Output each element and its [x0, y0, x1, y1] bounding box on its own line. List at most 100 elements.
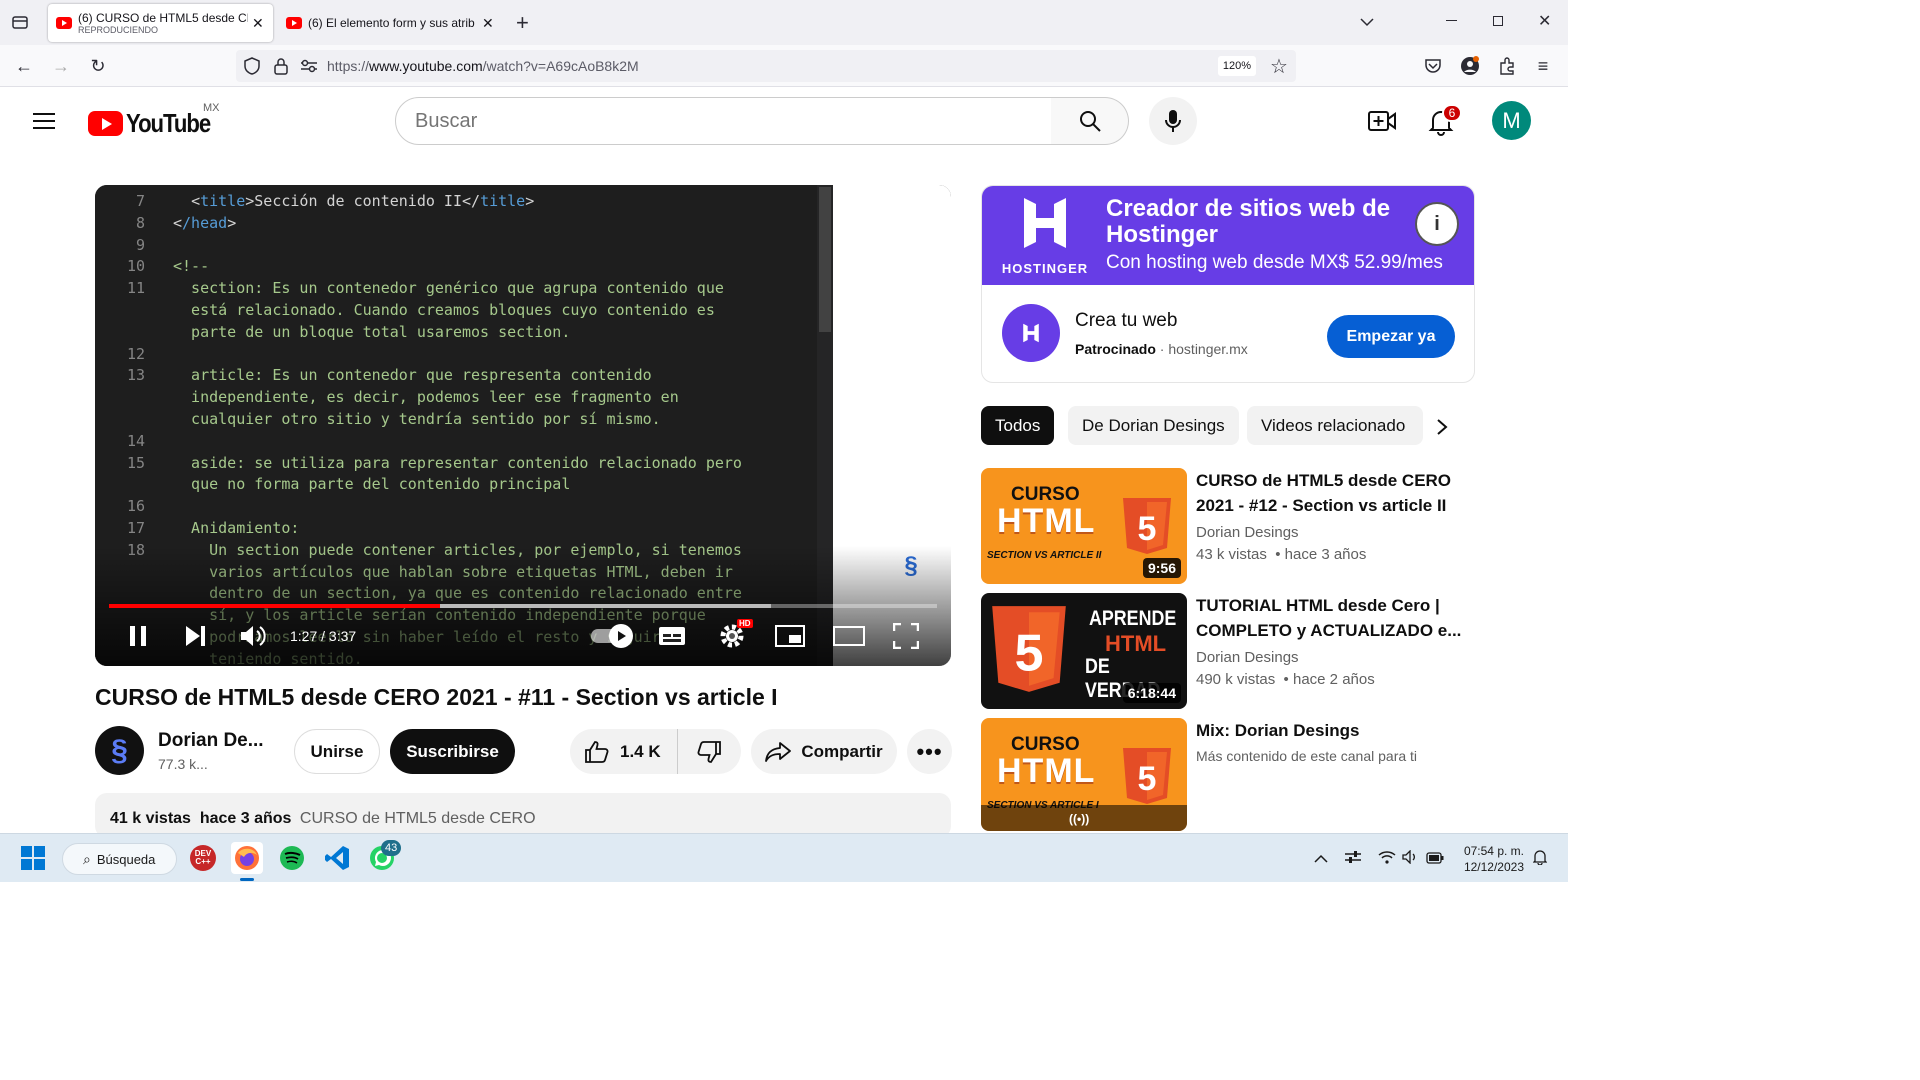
ad-banner[interactable]: HOSTINGER Creador de sitios web de Hosti…: [982, 186, 1474, 285]
windows-start-icon[interactable]: [17, 842, 49, 874]
ad-info-icon[interactable]: i: [1415, 202, 1459, 246]
vscode-app-icon[interactable]: [321, 842, 353, 874]
ad-cta-button[interactable]: Empezar ya: [1327, 315, 1455, 358]
more-actions-button[interactable]: •••: [907, 729, 952, 774]
devcpp-app-icon[interactable]: DEV C++: [187, 842, 219, 874]
url-text[interactable]: https://www.youtube.com/watch?v=A69cAoB8…: [327, 58, 639, 74]
chip-all[interactable]: Todos: [981, 406, 1055, 445]
code-line-number: 7: [135, 192, 145, 210]
video-player[interactable]: 7 <title>Sección de contenido II</title>…: [95, 185, 951, 666]
recommendation-title[interactable]: Mix: Dorian Desings: [1196, 718, 1466, 743]
subtitles-button[interactable]: [657, 621, 687, 651]
taskbar-search[interactable]: ⌕ Búsqueda: [62, 843, 177, 875]
close-window-icon[interactable]: ✕: [1538, 11, 1551, 31]
hamburger-menu-icon[interactable]: [33, 112, 55, 135]
video-duration-badge: 9:56: [1142, 558, 1181, 578]
recommendation-item[interactable]: 5APRENDEHTMLDE VERDAD6:18:44 TUTORIAL HT…: [981, 593, 1475, 709]
miniplayer-button[interactable]: [775, 621, 805, 651]
video-thumbnail[interactable]: 5APRENDEHTMLDE VERDAD6:18:44: [981, 593, 1187, 709]
chips-next-chevron-icon[interactable]: [1436, 418, 1448, 441]
like-dislike-group: 1.4 K: [570, 729, 741, 774]
tab-inactive[interactable]: (6) El elemento form y sus atrib ✕: [278, 4, 503, 42]
theater-mode-button[interactable]: [833, 621, 865, 651]
recommendation-channel[interactable]: Dorian Desings: [1196, 524, 1299, 541]
code-line-number: 10: [126, 257, 145, 276]
theater-icon: [833, 626, 865, 646]
firefox-app-icon[interactable]: [231, 842, 263, 874]
chip-related[interactable]: Videos relacionado: [1247, 406, 1423, 445]
svg-text:5: 5: [1015, 624, 1044, 682]
like-button[interactable]: 1.4 K: [570, 729, 678, 774]
wifi-icon[interactable]: [1378, 850, 1396, 869]
pause-button[interactable]: [125, 621, 151, 651]
recommendation-item[interactable]: 5 CURSO HTML SECTION VS ARTICLE II 9:56 CURS…: [981, 468, 1475, 584]
code-line: cualquier otro sitio y tendría sentido p…: [173, 410, 661, 428]
restore-icon[interactable]: [1493, 16, 1503, 26]
code-line: Anidamiento:: [173, 519, 300, 537]
next-button[interactable]: [182, 621, 208, 651]
mix-thumbnail[interactable]: 5CURSOHTMLSECTION VS ARTICLE I((•)): [981, 718, 1187, 831]
pocket-icon[interactable]: [1419, 52, 1447, 80]
dislike-button[interactable]: [678, 729, 740, 774]
share-icon: [765, 741, 792, 762]
fullscreen-button[interactable]: [892, 621, 920, 651]
settings-sliders-icon[interactable]: [1344, 849, 1362, 870]
system-clock[interactable]: 07:54 p. m. 12/12/2023: [1450, 843, 1524, 875]
sponsored-ad[interactable]: HOSTINGER Creador de sitios web de Hosti…: [981, 185, 1475, 383]
volume-button[interactable]: [239, 621, 267, 651]
zoom-level[interactable]: 120%: [1218, 56, 1256, 76]
share-button[interactable]: Compartir: [751, 729, 897, 774]
settings-button[interactable]: HD: [717, 619, 753, 651]
permissions-icon[interactable]: [300, 58, 318, 79]
chip-channel[interactable]: De Dorian Desings: [1068, 406, 1239, 445]
search-button[interactable]: [1051, 97, 1129, 145]
reload-icon[interactable]: ↻: [84, 52, 112, 80]
search-input[interactable]: [415, 110, 1015, 133]
bookmark-star-icon[interactable]: ☆: [1270, 54, 1288, 79]
recommendation-channel[interactable]: Dorian Desings: [1196, 649, 1299, 666]
autoplay-toggle[interactable]: [589, 621, 633, 651]
url-bar[interactable]: https://www.youtube.com/watch?v=A69cAoB8…: [236, 50, 1296, 82]
tab-title: (6) El elemento form y sus atrib: [308, 16, 475, 30]
notification-bell-icon[interactable]: [1532, 849, 1548, 870]
minimize-icon[interactable]: [1446, 20, 1457, 21]
close-tab-icon[interactable]: ✕: [482, 15, 494, 32]
video-thumbnail[interactable]: 5 CURSO HTML SECTION VS ARTICLE II 9:56: [981, 468, 1187, 584]
advertiser-avatar[interactable]: [1002, 304, 1060, 362]
description-box[interactable]: 41 k vistas hace 3 años CURSO de HTML5 d…: [95, 793, 951, 838]
channel-avatar[interactable]: §: [95, 726, 144, 775]
like-count: 1.4 K: [620, 741, 661, 761]
ad-name: Crea tu web: [1075, 310, 1178, 331]
recommendation-title[interactable]: CURSO de HTML5 desde CERO 2021 - #12 - S…: [1196, 468, 1466, 518]
clock-time: 07:54 p. m.: [1463, 844, 1524, 858]
speaker-icon[interactable]: [1402, 849, 1418, 869]
spotify-app-icon[interactable]: [276, 842, 308, 874]
recommendation-item[interactable]: 5CURSOHTMLSECTION VS ARTICLE I((•)) Mix:…: [981, 718, 1475, 831]
recommendation-title[interactable]: TUTORIAL HTML desde Cero | COMPLETO y AC…: [1196, 593, 1466, 643]
recommendation-meta: 490 k vistas • hace 2 años: [1196, 671, 1375, 688]
channel-name[interactable]: Dorian De...: [158, 730, 264, 752]
lock-icon[interactable]: [274, 57, 288, 80]
tab-active[interactable]: (6) CURSO de HTML5 desde CE REPRODUCIEND…: [48, 4, 273, 42]
shield-icon[interactable]: [244, 57, 260, 80]
playlist-tag[interactable]: CURSO de HTML5 desde CERO: [300, 810, 536, 827]
tab-playing-label: REPRODUCIENDO: [78, 25, 159, 35]
battery-icon[interactable]: [1426, 851, 1444, 869]
progress-bar[interactable]: [109, 604, 937, 608]
create-video-icon[interactable]: [1368, 109, 1396, 138]
subscribe-button[interactable]: Suscribirse: [390, 729, 515, 774]
back-icon[interactable]: ←: [10, 52, 38, 80]
join-button[interactable]: Unirse: [294, 729, 380, 774]
tab-list-icon[interactable]: [10, 12, 30, 32]
menu-icon[interactable]: ≡: [1529, 52, 1557, 80]
extensions-icon[interactable]: [1493, 52, 1521, 80]
tab-overflow-chevron-icon[interactable]: [1360, 14, 1374, 32]
fullscreen-icon: [893, 623, 919, 649]
user-avatar[interactable]: M: [1492, 101, 1531, 140]
show-hidden-icons-chevron-icon[interactable]: [1314, 851, 1328, 869]
new-tab-icon[interactable]: +: [516, 10, 529, 36]
voice-search-button[interactable]: [1149, 97, 1197, 145]
forward-icon[interactable]: →: [47, 52, 75, 80]
close-tab-icon[interactable]: ✕: [252, 15, 264, 32]
account-icon[interactable]: [1456, 52, 1484, 80]
